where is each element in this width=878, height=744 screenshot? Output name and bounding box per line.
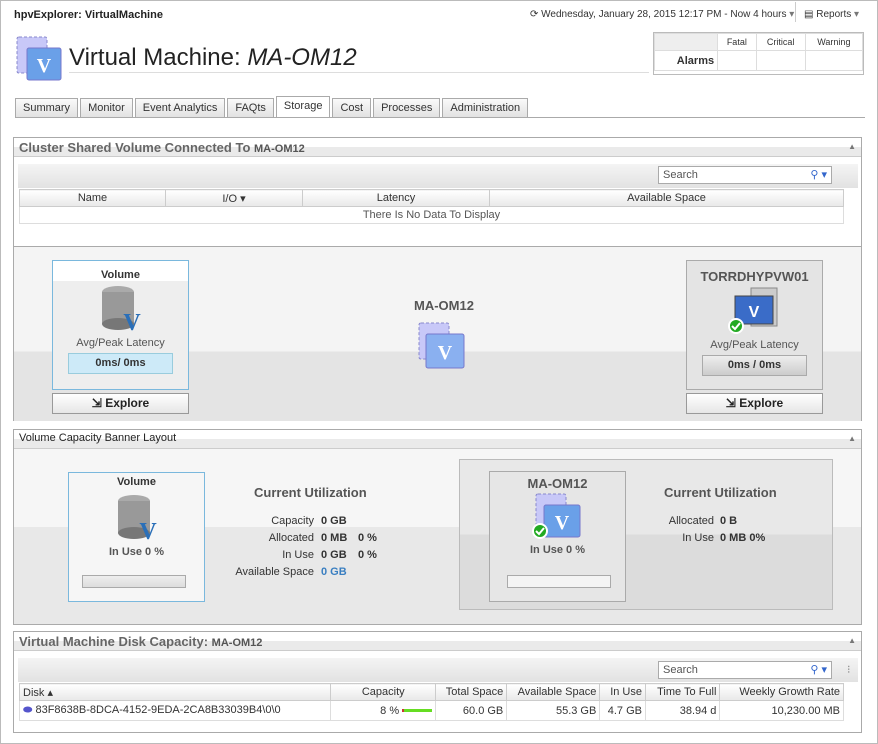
panel-header: Volume Capacity Banner Layout ▲	[14, 430, 861, 449]
capacity-cell: 8 %	[330, 700, 437, 721]
tab-administration[interactable]: Administration	[442, 98, 529, 117]
alarms-summary: Fatal Critical Warning Alarms	[653, 32, 864, 75]
clock-icon: ⟳	[530, 9, 542, 20]
tab-cost[interactable]: Cost	[332, 98, 372, 117]
divider	[795, 2, 796, 22]
search-input[interactable]: Search ⚲ ▾	[658, 661, 832, 679]
svg-text:V: V	[139, 519, 157, 543]
disk-table: Disk ▴ Capacity Total Space Available Space…	[18, 683, 844, 721]
col-latency[interactable]: Latency	[302, 189, 490, 207]
col-available-space[interactable]: Available Space	[489, 189, 844, 207]
csv-panel: Cluster Shared Volume Connected To MA-OM…	[13, 137, 862, 421]
col-name[interactable]: Name	[19, 189, 166, 207]
database-icon: V	[101, 286, 141, 336]
time-range-selector[interactable]: ⟳ Wednesday, January 28, 2015 12:17 PM -…	[530, 9, 794, 20]
virtual-machine-icon: V	[16, 36, 62, 81]
tab-faqts[interactable]: FAQts	[227, 98, 274, 117]
col-in-use[interactable]: In Use	[599, 683, 646, 701]
warning-header: Warning	[804, 33, 864, 51]
collapse-icon[interactable]: ▲	[848, 142, 856, 151]
collapse-icon[interactable]: ▲	[848, 434, 856, 443]
search-input[interactable]: Search ⚲ ▾	[658, 166, 832, 184]
search-icon[interactable]: ⚲ ▾	[810, 168, 827, 181]
fatal-count[interactable]	[717, 50, 757, 71]
title-divider	[69, 72, 649, 73]
vm-utilization-box: MA-OM12 V In Use 0 % Current Utilization…	[459, 459, 833, 610]
critical-count[interactable]	[755, 50, 806, 71]
tab-bar: Summary Monitor Event Analytics FAQts Storag…	[15, 96, 865, 118]
panel-header: Cluster Shared Volume Connected To MA-OM…	[14, 138, 861, 157]
report-icon: ▤	[804, 9, 817, 20]
search-icon[interactable]: ⚲ ▾	[810, 663, 827, 676]
col-capacity[interactable]: Capacity	[330, 683, 437, 701]
volume-card[interactable]: Volume V Avg/Peak Latency 0ms/ 0ms	[52, 260, 189, 390]
fatal-header: Fatal	[717, 33, 757, 51]
panel-header: Virtual Machine Disk Capacity: MA-OM12 ▲	[14, 632, 861, 651]
virtual-machine-icon: V	[531, 493, 580, 539]
column-options-icon[interactable]: ⁝	[847, 663, 851, 676]
col-available-space[interactable]: Available Space	[506, 683, 601, 701]
sort-asc-icon: ▴	[47, 686, 53, 699]
col-weekly-growth[interactable]: Weekly Growth Rate	[719, 683, 844, 701]
col-disk[interactable]: Disk ▴	[18, 683, 332, 701]
svg-text:V: V	[37, 55, 52, 77]
reports-menu[interactable]: ▤ Reports ▾	[804, 9, 859, 20]
host-card[interactable]: TORRDHYPVW01 V Avg/Peak Latency 0ms / 0m…	[686, 260, 823, 390]
capacity-bar	[402, 709, 433, 713]
chevron-down-icon: ▾	[789, 9, 795, 20]
volume-latency: 0ms/ 0ms	[68, 353, 173, 374]
svg-text:V: V	[748, 304, 759, 321]
critical-header: Critical	[755, 33, 806, 51]
volume-card[interactable]: Volume V In Use 0 %	[68, 472, 205, 602]
disk-capacity-panel: Virtual Machine Disk Capacity: MA-OM12 ▲ …	[13, 631, 862, 733]
svg-text:V: V	[438, 342, 453, 364]
tab-event-analytics[interactable]: Event Analytics	[134, 98, 226, 117]
explore-icon: ⇲	[725, 396, 740, 410]
volume-capacity-banner: Volume Capacity Banner Layout ▲ Volume V …	[13, 429, 862, 625]
tab-monitor[interactable]: Monitor	[80, 98, 133, 117]
collapse-icon[interactable]: ▲	[848, 636, 856, 645]
explore-icon: ⇲	[91, 396, 106, 410]
app-title: hpvExplorer: VirtualMachine	[14, 9, 163, 21]
vm-usage-bar	[507, 575, 611, 588]
database-icon: V	[117, 495, 157, 545]
col-io[interactable]: I/O ▾	[165, 189, 303, 207]
empty-message: There Is No Data To Display	[19, 206, 844, 224]
alarms-label: Alarms	[653, 50, 719, 71]
col-total-space[interactable]: Total Space	[435, 683, 508, 701]
table-row[interactable]: ⬬ 83F8638B-8DCA-4152-9EDA-2CA8B33039B4\0…	[18, 700, 844, 721]
available-space-link[interactable]: 0 GB	[321, 566, 347, 578]
tab-summary[interactable]: Summary	[15, 98, 79, 117]
host-server-icon: V	[727, 287, 777, 334]
tab-processes[interactable]: Processes	[373, 98, 441, 117]
svg-text:V: V	[554, 512, 569, 534]
host-latency: 0ms / 0ms	[702, 355, 807, 376]
chevron-down-icon: ▾	[854, 9, 860, 20]
virtual-machine-icon[interactable]: V	[418, 322, 468, 370]
csv-table: Name I/O ▾ Latency Available Space There Is…	[19, 189, 844, 224]
vm-name: MA-OM12	[414, 298, 474, 313]
page-title: Virtual Machine: MA-OM12	[69, 44, 357, 71]
col-time-to-full[interactable]: Time To Full	[644, 683, 721, 701]
current-utilization-heading: Current Utilization	[254, 485, 367, 500]
svg-text:V: V	[123, 310, 141, 334]
volume-usage-bar	[82, 575, 186, 588]
warning-count[interactable]	[804, 50, 864, 71]
sort-desc-icon: ▾	[240, 192, 246, 205]
topology-view: Volume V Avg/Peak Latency 0ms/ 0ms ⇲ Exp…	[14, 246, 861, 421]
host-explore-button[interactable]: ⇲ Explore	[686, 393, 823, 414]
disk-icon: ⬬	[23, 704, 36, 716]
volume-explore-button[interactable]: ⇲ Explore	[52, 393, 189, 414]
tab-storage[interactable]: Storage	[275, 96, 331, 117]
vm-current-utilization-heading: Current Utilization	[664, 485, 777, 500]
